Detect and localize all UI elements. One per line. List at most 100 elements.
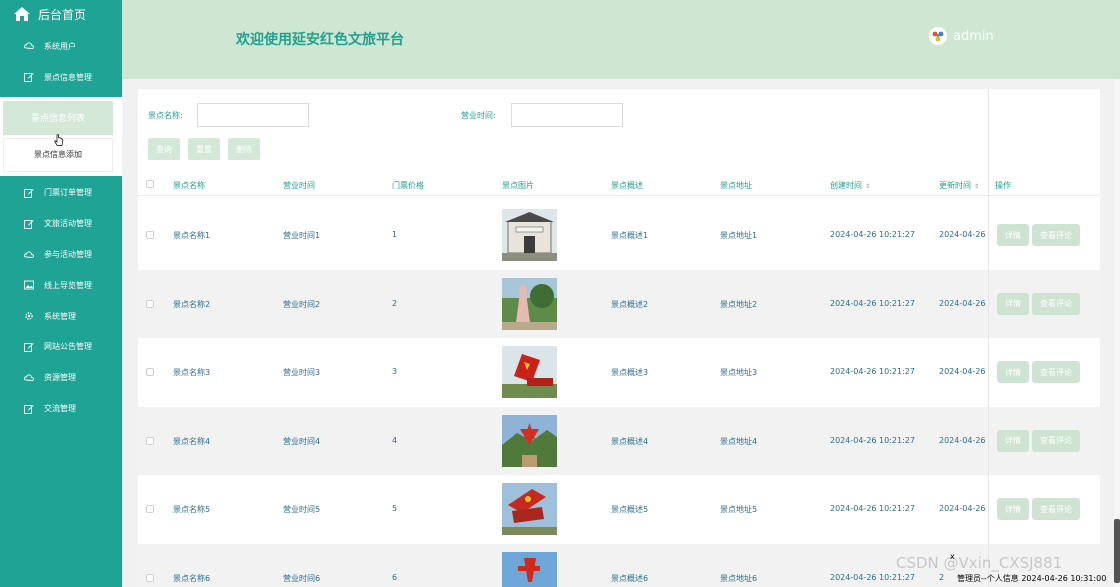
sidebar-item-ticket-orders[interactable]: 门票订单管理 (0, 178, 122, 209)
cell-updated: 2024-04-26 (939, 230, 986, 239)
sidebar-home[interactable]: 后台首页 (0, 0, 122, 28)
column-header-updated-label: 更新时间 (939, 181, 971, 190)
sidebar-item-label: 门票订单管理 (44, 188, 92, 198)
cell-price: 1 (392, 230, 398, 239)
column-header-hours: 营业时间 (283, 181, 315, 190)
query-button[interactable]: 查询 (148, 138, 180, 160)
sidebar-subitem-scenic-list[interactable]: 景点信息列表 (3, 100, 113, 135)
sidebar-item-system-users[interactable]: 系统用户 (0, 31, 122, 62)
cell-address: 景点地址3 (720, 368, 758, 377)
view-comments-button[interactable]: 查看评论 (1032, 498, 1080, 520)
row-checkbox[interactable] (146, 436, 154, 445)
scrollbar-thumb[interactable] (1114, 519, 1120, 583)
table-row: 景点名称3 营业时间3 3 景点概述3 景点地址3 2024-04-26 10:… (138, 338, 1100, 407)
cloud-icon (24, 250, 34, 260)
scenic-image (502, 209, 557, 261)
table-row: 景点名称4 营业时间4 4 景点概述4 景点地址4 2024-04-26 10:… (138, 406, 1100, 475)
row-actions: 详情 查看评论 (997, 361, 1080, 383)
sidebar-item-resources[interactable]: 资源管理 (0, 362, 122, 393)
row-checkbox[interactable] (146, 505, 154, 513)
scenic-image (502, 277, 557, 330)
table-row: 景点名称5 营业时间5 5 景点概述5 景点地址5 2024-04-26 10:… (138, 475, 1100, 544)
vertical-scrollbar[interactable] (1114, 79, 1120, 587)
cell-summary: 景点概述1 (611, 231, 649, 240)
search-form: 景点名称: 营业时间: (138, 103, 1100, 127)
view-comments-button[interactable]: 查看评论 (1032, 361, 1080, 383)
sidebar-item-label: 网站公告管理 (44, 342, 92, 352)
sidebar-item-communication[interactable]: 交流管理 (0, 393, 122, 424)
search-hours-label: 营业时间: (461, 111, 496, 120)
sidebar-item-system-management[interactable]: 系统管理 (0, 301, 122, 332)
row-actions: 详情 查看评论 (997, 292, 1080, 315)
cell-hours: 营业时间1 (283, 231, 321, 240)
row-checkbox[interactable] (146, 368, 154, 376)
delete-button[interactable]: 删除 (228, 138, 260, 160)
table-row: 景点名称2 营业时间2 2 景点概述2 景点地址2 2024-04-26 10:… (138, 269, 1100, 338)
search-hours-input[interactable] (511, 103, 623, 127)
sidebar-item-label: 参与活动管理 (44, 250, 92, 260)
sidebar-item-scenic-info[interactable]: 景点信息管理 (0, 62, 122, 93)
row-actions: 详情 查看评论 (997, 224, 1080, 246)
gear-icon (24, 311, 34, 321)
cell-name: 景点名称6 (173, 573, 211, 583)
home-icon (14, 7, 30, 21)
cell-price: 6 (392, 572, 398, 582)
fixed-column-divider (988, 89, 989, 587)
scenic-image (502, 483, 557, 535)
view-comments-button[interactable]: 查看评论 (1032, 292, 1080, 315)
row-checkbox[interactable] (146, 231, 154, 239)
sidebar-item-cultural-events[interactable]: 文旅活动管理 (0, 208, 122, 239)
scenic-image (502, 551, 557, 587)
cell-name: 景点名称3 (173, 368, 211, 377)
user-menu[interactable]: admin (929, 27, 994, 45)
cell-price: 2 (392, 298, 398, 308)
column-header-created[interactable]: 创建时间 ⇕ (830, 180, 870, 191)
search-name-input[interactable] (197, 103, 309, 127)
cell-name: 景点名称5 (173, 505, 211, 514)
cell-updated: 2024-04-26 (939, 435, 986, 445)
sidebar-item-label: 文旅活动管理 (44, 219, 92, 229)
table-header: 景点名称 营业时间 门票价格 景点图片 景点概述 景点地址 创建时间 ⇕ 更新时间… (138, 172, 1100, 196)
cell-summary: 景点概述6 (611, 573, 649, 583)
edit-icon (24, 342, 34, 352)
cloud-icon (24, 373, 34, 383)
row-checkbox[interactable] (146, 573, 154, 582)
column-header-price: 门票价格 (392, 181, 424, 190)
cell-hours: 营业时间4 (283, 436, 321, 446)
close-icon[interactable]: x (950, 552, 955, 561)
cell-updated: 2024-04-26 (939, 367, 986, 376)
sort-icon[interactable]: ⇕ (974, 183, 979, 190)
detail-button[interactable]: 详情 (997, 224, 1029, 246)
select-all-checkbox[interactable] (146, 180, 154, 188)
cell-hours: 营业时间5 (283, 505, 321, 514)
cell-updated: 2024-04-26 (939, 504, 986, 513)
row-checkbox[interactable] (146, 299, 154, 308)
detail-button[interactable]: 详情 (997, 361, 1029, 383)
cell-name: 景点名称4 (173, 436, 211, 446)
detail-button[interactable]: 详情 (997, 429, 1029, 452)
sidebar-item-label: 线上导览管理 (44, 280, 92, 290)
cell-hours: 营业时间3 (283, 368, 321, 377)
scenic-image (502, 346, 557, 398)
cell-hours: 营业时间6 (283, 573, 321, 583)
view-comments-button[interactable]: 查看评论 (1032, 224, 1080, 246)
sort-icon[interactable]: ⇕ (865, 183, 870, 190)
sidebar-home-label: 后台首页 (38, 7, 87, 22)
detail-button[interactable]: 详情 (997, 498, 1029, 520)
hand-cursor-icon (54, 134, 64, 146)
cell-summary: 景点概述5 (611, 505, 649, 514)
cell-price: 5 (392, 504, 398, 513)
sidebar-item-online-guide[interactable]: 线上导览管理 (0, 270, 122, 301)
cell-created: 2024-04-26 10:21:27 (830, 298, 915, 308)
scenic-image (502, 414, 557, 467)
sidebar-item-event-participation[interactable]: 参与活动管理 (0, 239, 122, 270)
reset-button[interactable]: 重置 (188, 138, 220, 160)
cell-summary: 景点概述3 (611, 368, 649, 377)
cell-price: 3 (392, 367, 398, 376)
column-header-address: 景点地址 (720, 181, 752, 190)
cloud-icon (24, 41, 34, 51)
sidebar-item-announcements[interactable]: 网站公告管理 (0, 332, 122, 363)
detail-button[interactable]: 详情 (997, 292, 1029, 315)
view-comments-button[interactable]: 查看评论 (1032, 429, 1080, 452)
column-header-updated[interactable]: 更新时间 ⇕ (939, 180, 979, 191)
